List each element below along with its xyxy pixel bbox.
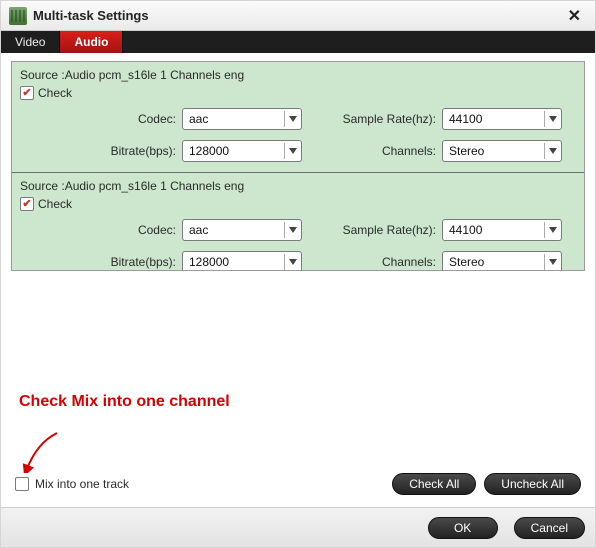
annotation-text: Check Mix into one channel: [11, 393, 585, 411]
tab-video[interactable]: Video: [1, 31, 60, 53]
app-icon: [9, 7, 27, 25]
field-grid-2: Codec: aac Bitrate(bps): 128000: [20, 219, 576, 271]
col-left-1: Codec: aac Bitrate(bps): 128000: [80, 108, 302, 162]
source-check-label-2: Check: [38, 197, 72, 211]
channels-label-2: Channels:: [326, 255, 436, 269]
bottom-row: Mix into one track Check All Uncheck All: [11, 473, 585, 501]
samplerate-label-1: Sample Rate(hz):: [326, 112, 436, 126]
mix-check-row: Mix into one track: [15, 477, 129, 491]
close-button[interactable]: ✕: [562, 4, 587, 28]
col-right-1: Sample Rate(hz): 44100 Channels: Stereo: [326, 108, 562, 162]
field-grid-1: Codec: aac Bitrate(bps): 128000: [20, 108, 576, 162]
source-block-2: Source :Audio pcm_s16le 1 Channels eng ✔…: [12, 173, 584, 271]
settings-window: Multi-task Settings ✕ Video Audio Source…: [0, 0, 596, 548]
tab-audio[interactable]: Audio: [60, 31, 123, 53]
chevron-down-icon: [549, 116, 557, 122]
channels-label-1: Channels:: [326, 144, 436, 158]
audio-panel: Source :Audio pcm_s16le 1 Channels eng ✔…: [11, 61, 585, 271]
col-left-2: Codec: aac Bitrate(bps): 128000: [80, 219, 302, 271]
channels-field-2: Channels: Stereo: [326, 251, 562, 271]
chevron-down-icon: [289, 259, 297, 265]
chevron-down-icon: [289, 148, 297, 154]
mix-label: Mix into one track: [35, 477, 129, 491]
chevron-down-icon: [289, 227, 297, 233]
chevron-down-icon: [549, 227, 557, 233]
codec-select-2[interactable]: aac: [182, 219, 302, 241]
mix-checkbox[interactable]: [15, 477, 29, 491]
body: Source :Audio pcm_s16le 1 Channels eng ✔…: [1, 53, 595, 507]
source-check-row-2: ✔ Check: [20, 197, 576, 211]
bitrate-select-2[interactable]: 128000: [182, 251, 302, 271]
bitrate-label-1: Bitrate(bps):: [80, 144, 176, 158]
codec-label-2: Codec:: [80, 223, 176, 237]
samplerate-field-2: Sample Rate(hz): 44100: [326, 219, 562, 241]
titlebar: Multi-task Settings ✕: [1, 1, 595, 31]
cancel-button[interactable]: Cancel: [514, 517, 585, 539]
col-right-2: Sample Rate(hz): 44100 Channels: Stereo: [326, 219, 562, 271]
codec-field-1: Codec: aac: [80, 108, 302, 130]
samplerate-field-1: Sample Rate(hz): 44100: [326, 108, 562, 130]
codec-label-1: Codec:: [80, 112, 176, 126]
source-label-2: Source :Audio pcm_s16le 1 Channels eng: [20, 179, 576, 193]
source-block-1: Source :Audio pcm_s16le 1 Channels eng ✔…: [12, 62, 584, 173]
bitrate-field-1: Bitrate(bps): 128000: [80, 140, 302, 162]
ok-button[interactable]: OK: [428, 517, 498, 539]
footer: OK Cancel: [1, 507, 595, 547]
window-title: Multi-task Settings: [33, 8, 149, 23]
channels-select-2[interactable]: Stereo: [442, 251, 562, 271]
chevron-down-icon: [549, 148, 557, 154]
chevron-down-icon: [549, 259, 557, 265]
bitrate-label-2: Bitrate(bps):: [80, 255, 176, 269]
uncheck-all-button[interactable]: Uncheck All: [484, 473, 581, 495]
bitrate-select-1[interactable]: 128000: [182, 140, 302, 162]
source-check-2[interactable]: ✔: [20, 197, 34, 211]
source-check-row-1: ✔ Check: [20, 86, 576, 100]
source-check-label-1: Check: [38, 86, 72, 100]
codec-select-1[interactable]: aac: [182, 108, 302, 130]
bitrate-field-2: Bitrate(bps): 128000: [80, 251, 302, 271]
chevron-down-icon: [289, 116, 297, 122]
channels-field-1: Channels: Stereo: [326, 140, 562, 162]
samplerate-select-2[interactable]: 44100: [442, 219, 562, 241]
source-label-1: Source :Audio pcm_s16le 1 Channels eng: [20, 68, 576, 82]
codec-field-2: Codec: aac: [80, 219, 302, 241]
check-mark-icon: ✔: [22, 199, 31, 210]
samplerate-label-2: Sample Rate(hz):: [326, 223, 436, 237]
check-mark-icon: ✔: [22, 88, 31, 99]
tab-bar: Video Audio: [1, 31, 595, 53]
channels-select-1[interactable]: Stereo: [442, 140, 562, 162]
annotation-arrow-icon: [17, 431, 67, 473]
samplerate-select-1[interactable]: 44100: [442, 108, 562, 130]
source-check-1[interactable]: ✔: [20, 86, 34, 100]
check-all-button[interactable]: Check All: [392, 473, 476, 495]
